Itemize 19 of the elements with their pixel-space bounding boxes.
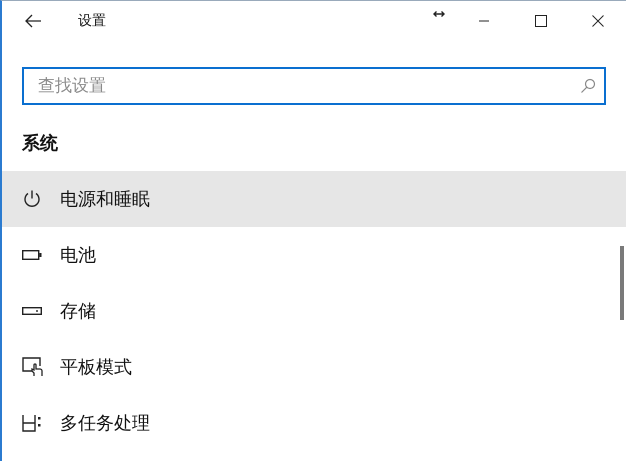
nav-item[interactable]: 平板模式 (2, 339, 626, 395)
back-arrow-icon (24, 14, 42, 28)
battery-icon (22, 250, 42, 260)
search-field[interactable]: 查找设置 (22, 67, 606, 105)
search-icon (580, 78, 596, 94)
nav-item[interactable]: 存储 (2, 283, 626, 339)
nav-item[interactable]: 多任务处理 (2, 395, 626, 451)
storage-drive-icon (22, 307, 42, 315)
power-icon (22, 189, 42, 209)
scrollbar[interactable] (620, 246, 624, 320)
multitask-icon (22, 414, 42, 432)
tablet-touch-icon (22, 357, 44, 377)
maximize-icon (534, 15, 546, 27)
nav-item[interactable]: 电源和睡眠 (2, 171, 626, 227)
nav-item[interactable]: 电池 (2, 227, 626, 283)
window-title: 设置 (78, 12, 106, 30)
resize-arrow-icon (433, 10, 445, 18)
section-heading: 系统 (22, 132, 59, 156)
close-icon (592, 15, 604, 27)
